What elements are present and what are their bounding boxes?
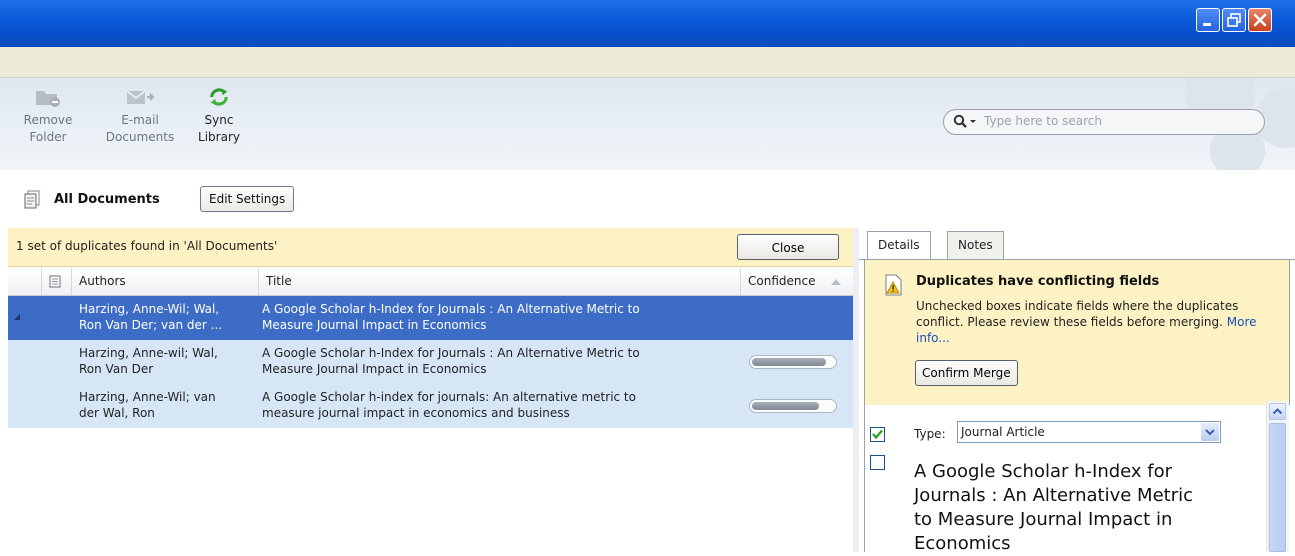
search-placeholder: Type here to search	[984, 114, 1102, 128]
close-icon	[1253, 13, 1267, 27]
confidence-bar	[749, 355, 837, 369]
author-cell: Harzing, Anne-Wil; Wal, Ron Van Der; van…	[79, 301, 254, 333]
author-line: Harzing, Anne-wil; Wal,	[79, 346, 218, 360]
sort-up-icon	[831, 279, 841, 285]
confidence-bar	[749, 399, 837, 413]
document-list-pane: 1 set of duplicates found in 'All Docume…	[8, 228, 853, 552]
window-close-button[interactable]	[1248, 8, 1272, 32]
menu-bar	[0, 47, 1295, 78]
title-line: measure journal impact in economics and …	[262, 406, 570, 420]
title-line: Measure Journal Impact in Economics	[262, 362, 487, 376]
confidence-column-header[interactable]: Confidence	[740, 268, 853, 295]
remove-folder-button[interactable]: Remove Folder	[20, 86, 76, 146]
author-line: Ron Van Der	[79, 362, 154, 376]
search-icon	[953, 114, 976, 128]
checkbox-icon	[872, 429, 883, 440]
email-documents-label-1: E-mail	[121, 113, 159, 127]
remove-folder-icon	[36, 91, 60, 107]
type-select-value: Journal Article	[961, 425, 1045, 439]
confidence-column-label: Confidence	[748, 274, 816, 288]
restore-button[interactable]	[1222, 8, 1246, 32]
close-duplicates-button[interactable]: Close	[737, 234, 839, 260]
minimize-button[interactable]	[1196, 8, 1220, 32]
author-line: Harzing, Anne-Wil; Wal,	[79, 302, 220, 316]
document-title[interactable]: A Google Scholar h-Index for Journals : …	[914, 460, 1214, 556]
email-documents-label-2: Documents	[105, 130, 175, 144]
dropdown-button[interactable]	[1201, 423, 1219, 441]
window-titlebar	[0, 0, 1295, 47]
author-cell: Harzing, Anne-Wil; van der Wal, Ron	[79, 389, 254, 421]
duplicates-message: 1 set of duplicates found in 'All Docume…	[16, 239, 278, 253]
conflict-text: Unchecked boxes indicate fields where th…	[916, 299, 1239, 329]
confirm-merge-button[interactable]: Confirm Merge	[915, 360, 1018, 386]
tab-notes[interactable]: Notes	[947, 231, 1004, 259]
document-column-icon	[49, 275, 61, 288]
remove-folder-label-1: Remove	[23, 113, 73, 127]
title-cell: A Google Scholar h-index for journals: A…	[262, 389, 732, 421]
title-cell: A Google Scholar h-Index for Journals : …	[262, 301, 732, 333]
details-pane: Details Notes Duplicates have conflictin…	[859, 228, 1295, 554]
author-cell: Harzing, Anne-wil; Wal, Ron Van Der	[79, 345, 254, 377]
sync-library-label-1: Sync	[204, 113, 234, 127]
email-documents-button[interactable]: E-mail Documents	[100, 86, 180, 146]
author-line: Ron Van Der; van der ...	[79, 318, 223, 332]
scroll-up-button[interactable]	[1269, 403, 1286, 420]
title-column-header[interactable]: Title	[258, 268, 740, 295]
title-line: A Google Scholar h-Index for Journals : …	[262, 346, 640, 360]
tab-details[interactable]: Details	[867, 231, 931, 260]
table-row[interactable]: Harzing, Anne-wil; Wal, Ron Van Der A Go…	[8, 340, 853, 384]
duplicates-bar: 1 set of duplicates found in 'All Docume…	[8, 228, 853, 267]
title-cell: A Google Scholar h-Index for Journals : …	[262, 345, 732, 377]
author-line: Harzing, Anne-Wil; van	[79, 390, 216, 404]
dropdown-icon	[1205, 429, 1215, 436]
type-label: Type:	[914, 427, 946, 441]
title-line: A Google Scholar h-Index for Journals : …	[262, 302, 640, 316]
chevron-up-icon	[1272, 408, 1283, 415]
type-select[interactable]: Journal Article	[957, 421, 1221, 443]
toolbar: Remove Folder E-mail Documents Sync Libr…	[0, 78, 1295, 170]
page-title: All Documents	[54, 192, 160, 207]
sync-library-label-2: Library	[198, 130, 240, 144]
title-line: A Google Scholar h-index for journals: A…	[262, 390, 636, 404]
conflict-body: Unchecked boxes indicate fields where th…	[916, 298, 1271, 346]
table-row[interactable]: Harzing, Anne-Wil; Wal, Ron Van Der; van…	[8, 296, 853, 340]
email-icon	[126, 90, 155, 104]
sync-icon	[210, 88, 228, 106]
expand-triangle-icon[interactable]	[13, 313, 21, 321]
title-checkbox[interactable]	[870, 455, 885, 470]
author-line: der Wal, Ron	[79, 406, 155, 420]
column-headers: Authors Title Confidence	[8, 268, 853, 296]
authors-column-header[interactable]: Authors	[71, 268, 258, 295]
document-column-header[interactable]	[41, 268, 71, 295]
search-input[interactable]: Type here to search	[943, 109, 1265, 135]
minimize-icon	[1203, 23, 1211, 26]
restore-icon	[1227, 13, 1241, 27]
remove-folder-label-2: Folder	[29, 130, 67, 144]
warning-icon	[885, 274, 902, 296]
title-line: Measure Journal Impact in Economics	[262, 318, 487, 332]
sync-library-button[interactable]: Sync Library	[188, 86, 250, 146]
scroll-thumb[interactable]	[1269, 423, 1286, 552]
details-scrollbar[interactable]	[1266, 401, 1289, 552]
section-header: All Documents Edit Settings	[0, 170, 1295, 228]
documents-icon	[24, 190, 40, 209]
type-checkbox[interactable]	[870, 427, 885, 442]
details-fields: Type: Journal Article A Google Scholar h…	[864, 405, 1290, 554]
conflict-heading: Duplicates have conflicting fields	[916, 274, 1160, 289]
edit-settings-button[interactable]: Edit Settings	[200, 186, 295, 212]
table-row[interactable]: Harzing, Anne-Wil; van der Wal, Ron A Go…	[8, 384, 853, 428]
